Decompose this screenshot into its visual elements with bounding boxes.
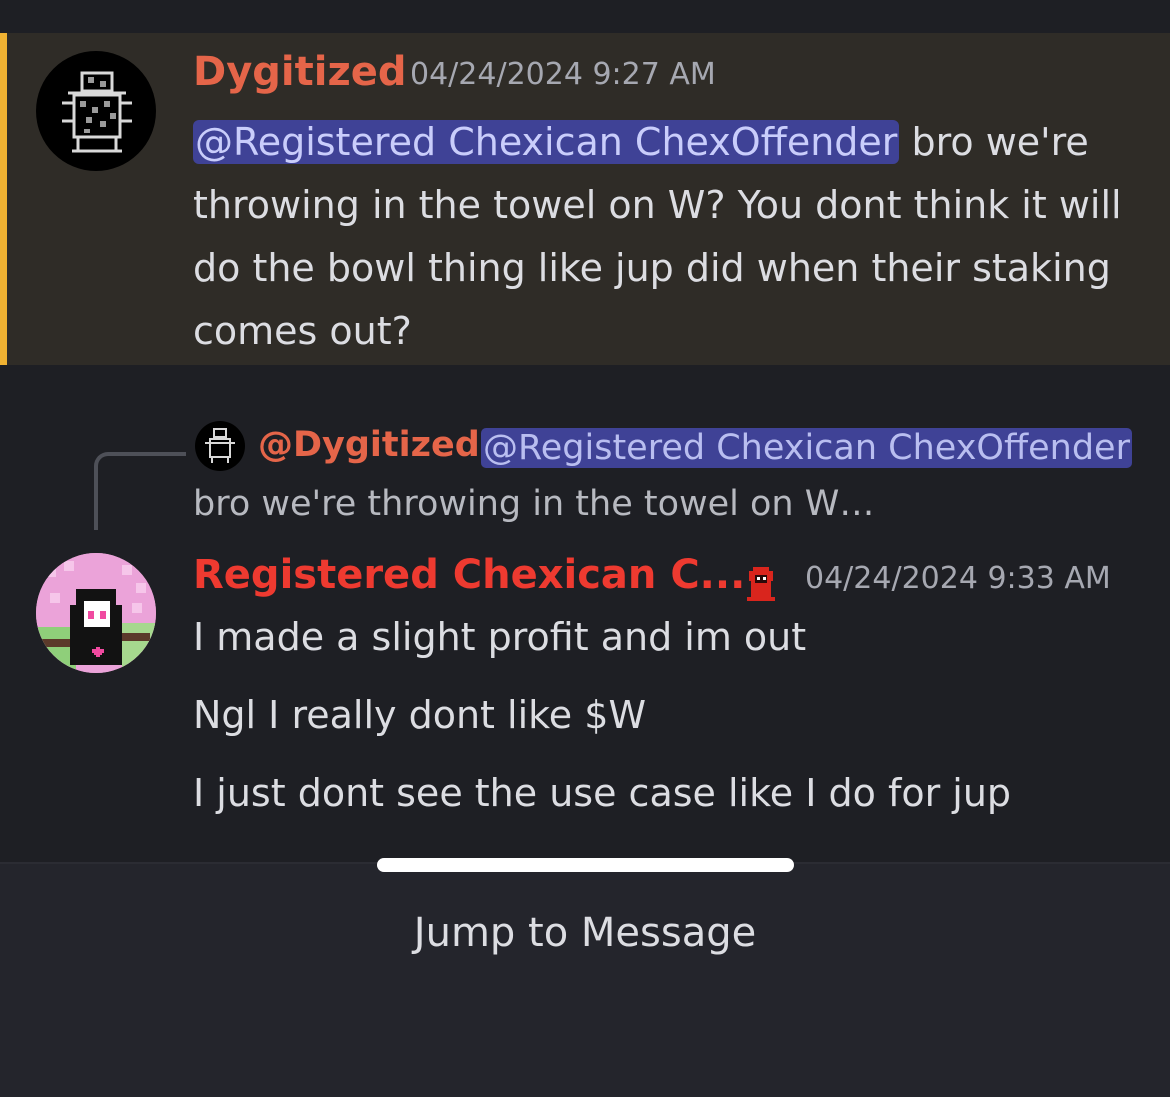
reply-preview[interactable]: @Registered Chexican ChexOffender bro we… — [193, 420, 1138, 532]
author-name[interactable]: Registered Chexican C... — [193, 552, 745, 598]
jump-to-message-button[interactable]: Jump to Message — [0, 910, 1170, 956]
avatar-registered-chexican[interactable] — [36, 553, 156, 673]
reply-preview-text: bro we're throwing in the towel on W… — [193, 484, 875, 524]
message-timestamp: 04/24/2024 9:33 AM — [805, 561, 1111, 596]
author-name[interactable]: Dygitized — [193, 49, 407, 95]
highlighted-message[interactable]: Dygitized 04/24/2024 9:27 AM @Registered… — [0, 33, 1170, 365]
message-context-view: Dygitized 04/24/2024 9:27 AM @Registered… — [0, 0, 1170, 1097]
pixel-ghost-avatar-icon — [36, 553, 156, 673]
avatar-dygitized[interactable] — [36, 51, 156, 171]
reply-connector — [94, 452, 186, 530]
message-line: Ngl I really dont like $W — [193, 693, 647, 737]
highlight-bar — [0, 33, 7, 365]
user-mention[interactable]: @Registered Chexican ChexOffender — [193, 120, 900, 164]
home-indicator[interactable] — [377, 858, 794, 872]
message-timestamp: 04/24/2024 9:27 AM — [410, 57, 716, 92]
footer-bar: Jump to Message — [0, 862, 1170, 1097]
pixel-throne-avatar-icon — [62, 71, 132, 153]
reply-mention: @Registered Chexican ChexOffender — [481, 428, 1132, 468]
message-content: @Registered Chexican ChexOffender bro we… — [193, 111, 1153, 363]
red-hooded-figure-icon[interactable] — [743, 563, 779, 603]
message-line: I just dont see the use case like I do f… — [193, 771, 1012, 815]
message-line: I made a slight profit and im out — [193, 615, 807, 659]
